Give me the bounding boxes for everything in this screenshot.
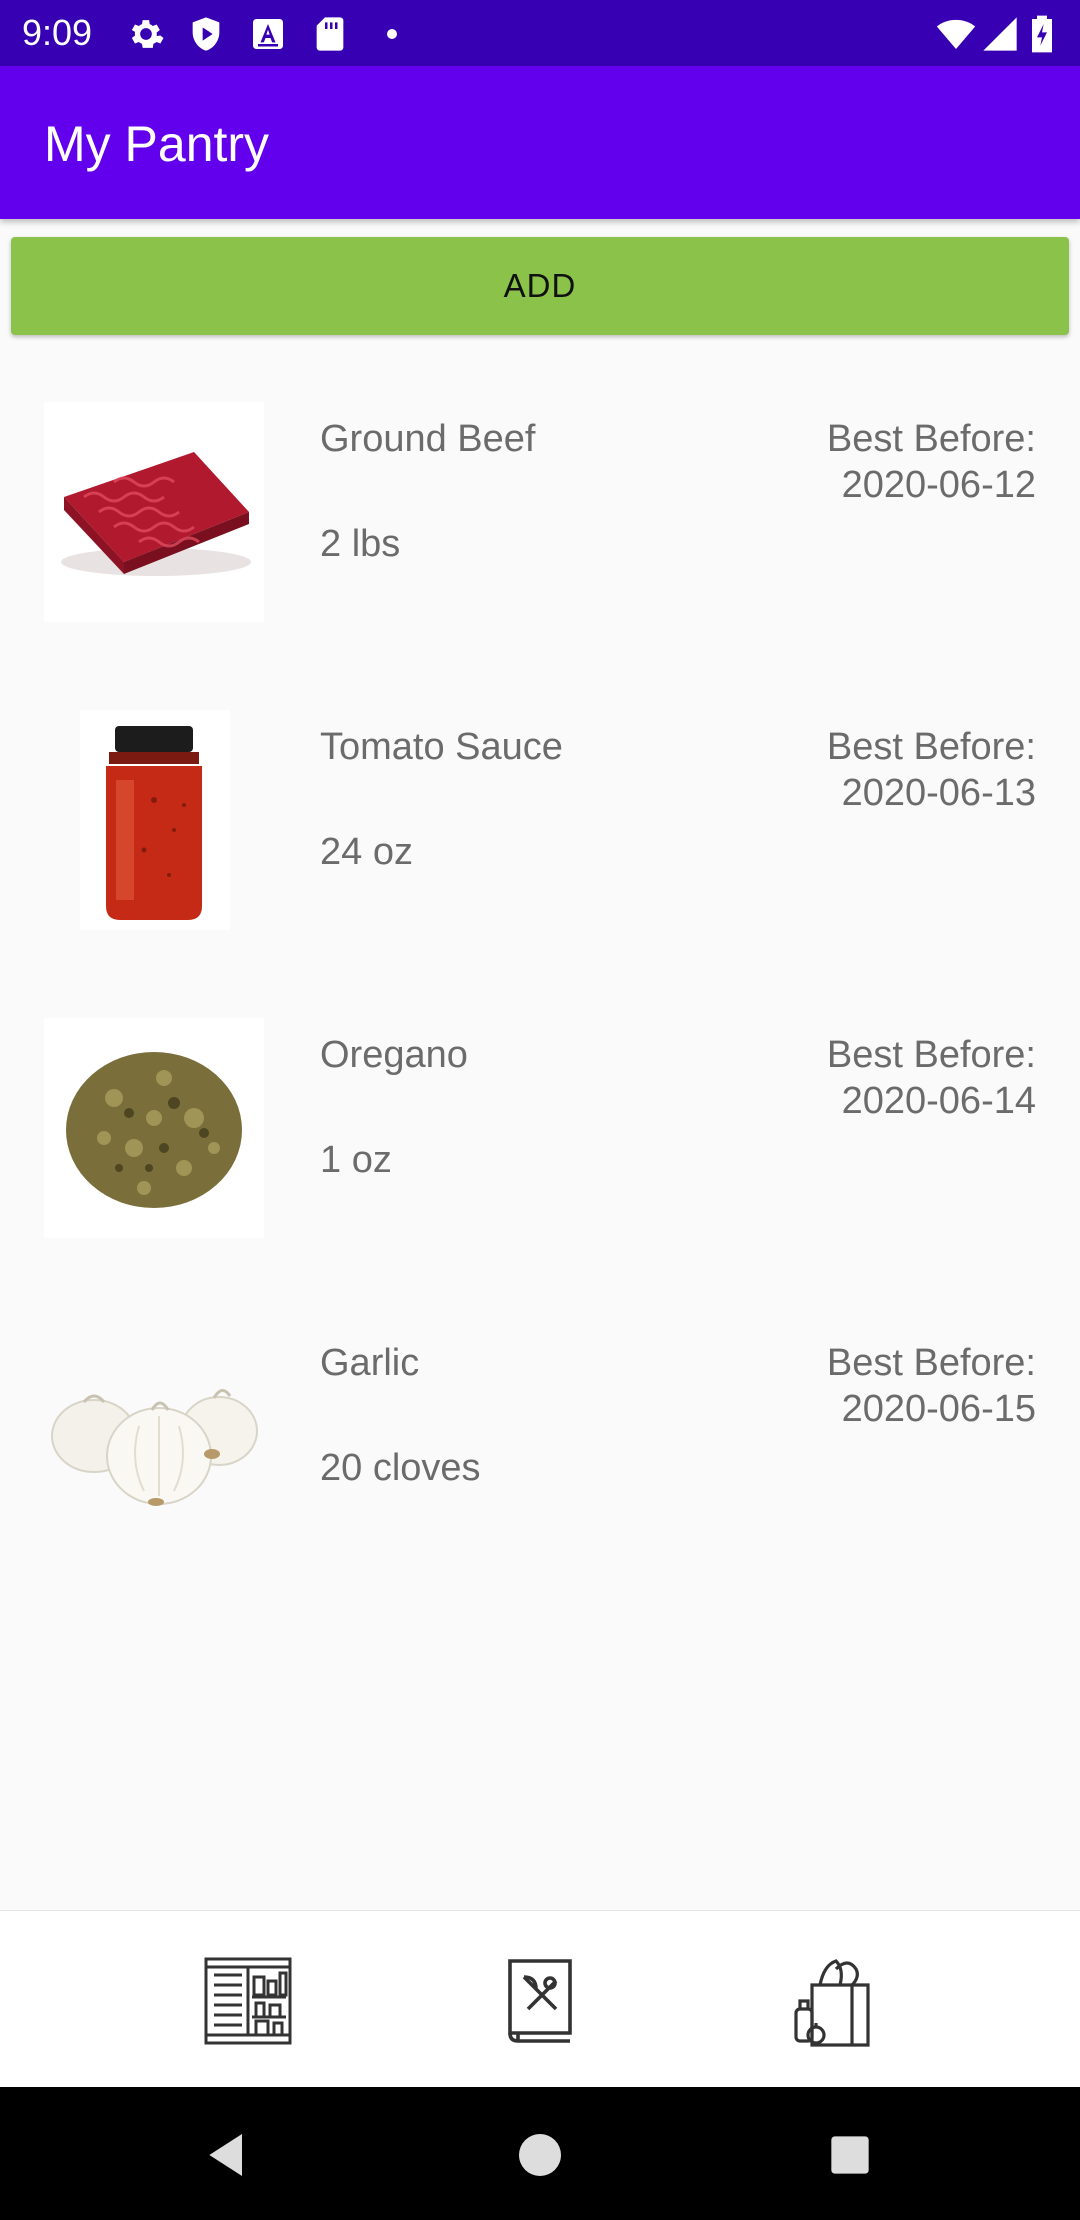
best-before-date: 2020-06-14 — [841, 1080, 1036, 1122]
item-quantity: 24 oz — [320, 831, 413, 873]
list-item[interactable]: Oregano 1 oz Best Before: 2020-06-14 — [0, 996, 1080, 1304]
signal-icon — [980, 14, 1020, 54]
wifi-icon — [936, 14, 976, 54]
battery-charging-icon — [1028, 14, 1056, 54]
list-item[interactable]: Ground Beef 2 lbs Best Before: 2020-06-1… — [0, 380, 1080, 688]
item-name: Garlic — [320, 1342, 420, 1384]
best-before-date: 2020-06-15 — [841, 1388, 1036, 1430]
item-quantity: 20 cloves — [320, 1447, 481, 1489]
settings-icon — [126, 14, 166, 54]
ground-beef-image — [44, 402, 264, 622]
best-before-date: 2020-06-13 — [841, 772, 1036, 814]
list-item[interactable]: Garlic 20 cloves Best Before: 2020-06-15 — [0, 1304, 1080, 1612]
status-bar: 9:09 — [0, 0, 1080, 66]
status-time: 9:09 — [22, 12, 93, 53]
garlic-image — [44, 1326, 264, 1546]
dot-icon — [372, 14, 412, 54]
best-before-label: Best Before: — [826, 418, 1036, 460]
item-name: Ground Beef — [320, 418, 536, 460]
back-icon[interactable] — [200, 2127, 256, 2183]
recents-icon[interactable] — [822, 2127, 878, 2183]
add-button[interactable]: ADD — [11, 237, 1069, 335]
tomato-sauce-image — [44, 710, 264, 930]
app-bar: My Pantry — [0, 66, 1080, 219]
best-before-date: 2020-06-12 — [841, 464, 1036, 506]
sd-card-icon — [310, 14, 350, 54]
item-quantity: 2 lbs — [320, 523, 401, 565]
pantry-icon[interactable] — [200, 1953, 296, 2049]
system-navigation-bar — [0, 2087, 1080, 2220]
pantry-list: Ground Beef 2 lbs Best Before: 2020-06-1… — [0, 380, 1080, 1612]
item-name: Tomato Sauce — [320, 726, 563, 768]
item-name: Oregano — [320, 1034, 468, 1076]
best-before-label: Best Before: — [826, 1342, 1036, 1384]
home-icon[interactable] — [512, 2127, 568, 2183]
app-title: My Pantry — [44, 116, 270, 172]
bottom-navigation — [0, 1910, 1080, 2088]
oregano-image — [44, 1018, 264, 1238]
text-a-icon — [248, 14, 288, 54]
list-item[interactable]: Tomato Sauce 24 oz Best Before: 2020-06-… — [0, 688, 1080, 996]
grocery-bag-icon[interactable] — [784, 1953, 880, 2049]
item-quantity: 1 oz — [320, 1139, 392, 1181]
best-before-label: Best Before: — [826, 726, 1036, 768]
shield-play-icon — [186, 14, 226, 54]
recipe-book-icon[interactable] — [492, 1953, 588, 2049]
best-before-label: Best Before: — [826, 1034, 1036, 1076]
